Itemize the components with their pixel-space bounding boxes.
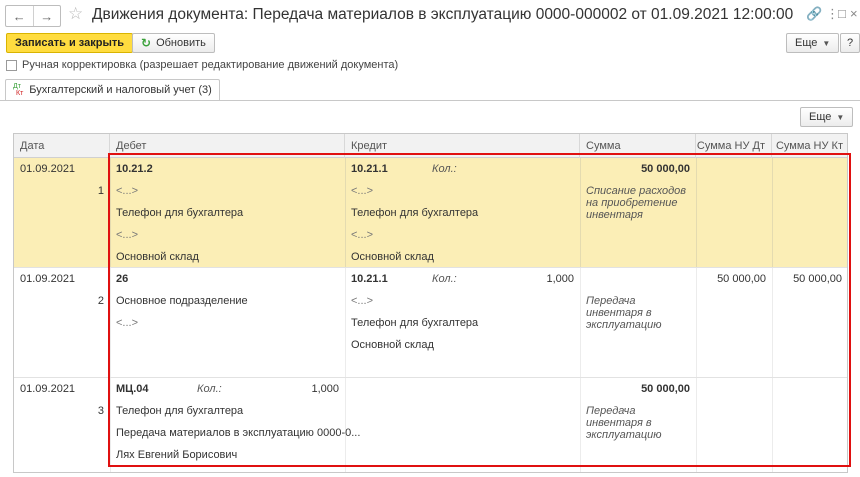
row-content: Передача инвентаря в эксплуатацию xyxy=(586,405,662,441)
close-icon[interactable]: × xyxy=(850,6,858,21)
debit-subconto: <...> xyxy=(116,185,139,197)
arrow-left-icon[interactable]: ← xyxy=(6,6,34,26)
row-sum: 50 000,00 xyxy=(641,163,690,175)
manual-edit-label: Ручная корректировка (разрешает редактир… xyxy=(22,59,399,71)
refresh-button[interactable]: ↻ Обновить xyxy=(132,33,215,53)
debit-qty: 1,000 xyxy=(311,383,339,395)
refresh-icon: ↻ xyxy=(141,36,152,50)
row-number: 1 xyxy=(97,185,104,197)
tab-divider xyxy=(0,100,860,101)
refresh-label: Обновить xyxy=(156,37,206,49)
debit-subconto: Основное подразделение xyxy=(116,295,248,307)
row-date: 01.09.2021 xyxy=(20,163,76,175)
more-button[interactable]: Еще ▼ xyxy=(786,33,840,53)
arrow-right-icon[interactable]: → xyxy=(34,6,61,26)
table-row[interactable]: 01.09.2021 1 10.21.2 <...> Телефон для б… xyxy=(14,158,847,268)
debit-subconto: Лях Евгений Борисович xyxy=(116,449,238,461)
credit-subconto: Телефон для бухгалтера xyxy=(351,317,479,329)
debit-account: 26 xyxy=(116,273,129,285)
tab-accounting-label: Бухгалтерский и налоговый учет (3) xyxy=(29,84,212,96)
manual-edit-checkbox[interactable] xyxy=(6,59,17,71)
row-number: 3 xyxy=(97,405,104,417)
debit-subconto: Передача материалов в эксплуатацию 0000-… xyxy=(116,427,361,439)
row-sum-nu-kt: 50 000,00 xyxy=(793,273,842,285)
maximize-icon[interactable]: □ xyxy=(838,6,846,21)
column-sum-nu-dt[interactable]: Сумма НУ Дт xyxy=(696,134,772,158)
column-debit[interactable]: Дебет xyxy=(110,134,345,158)
title-bar: ← → ☆ Движения документа: Передача матер… xyxy=(0,0,860,32)
credit-subconto: Основной склад xyxy=(351,251,434,263)
credit-account: 10.21.1 xyxy=(351,163,388,175)
credit-qty-label: Кол.: xyxy=(432,273,457,285)
column-date[interactable]: Дата xyxy=(14,134,110,158)
row-sum: 50 000,00 xyxy=(641,383,690,395)
help-label: ? xyxy=(847,37,854,49)
credit-subconto: Основной склад xyxy=(351,339,434,351)
table-more-label: Еще xyxy=(809,111,832,123)
debit-account: 10.21.2 xyxy=(116,163,153,175)
debit-subconto: <...> xyxy=(116,317,139,329)
table-row[interactable]: 01.09.2021 3 МЦ.04 Кол.: 1,000 Телефон д… xyxy=(14,378,847,472)
credit-subconto: Телефон для бухгалтера xyxy=(351,207,479,219)
table-more-button[interactable]: Еще ▼ xyxy=(800,107,854,127)
column-sum-nu-kt[interactable]: Сумма НУ Кт xyxy=(772,134,847,158)
save-and-close-button[interactable]: Записать и закрыть xyxy=(6,33,134,53)
row-date: 01.09.2021 xyxy=(20,383,76,395)
table-header: Дата Дебет Кредит Сумма Сумма НУ Дт Сумм… xyxy=(14,134,847,158)
tab-accounting[interactable]: Дт Кт Бухгалтерский и налоговый учет (3) xyxy=(5,79,220,100)
dt-kt-icon: Дт Кт xyxy=(13,83,24,97)
window-title: Движения документа: Передача материалов … xyxy=(92,6,794,23)
debit-subconto: Телефон для бухгалтера xyxy=(116,207,244,219)
column-credit[interactable]: Кредит xyxy=(345,134,580,158)
debit-subconto: Телефон для бухгалтера xyxy=(116,405,244,417)
row-date: 01.09.2021 xyxy=(20,273,76,285)
chevron-down-icon: ▼ xyxy=(822,38,831,48)
debit-subconto: Основной склад xyxy=(116,251,199,263)
credit-subconto: <...> xyxy=(351,229,374,241)
row-content: Списание расходов на приобретение инвент… xyxy=(586,185,687,221)
row-content: Передача инвентаря в эксплуатацию xyxy=(586,295,662,331)
manual-edit-row[interactable]: Ручная корректировка (разрешает редактир… xyxy=(6,59,398,71)
debit-account: МЦ.04 xyxy=(116,383,149,395)
chevron-down-icon: ▼ xyxy=(836,112,845,122)
credit-subconto: <...> xyxy=(351,295,374,307)
help-button[interactable]: ? xyxy=(840,33,860,53)
credit-qty: 1,000 xyxy=(546,273,574,285)
credit-account: 10.21.1 xyxy=(351,273,388,285)
credit-qty-label: Кол.: xyxy=(432,163,457,175)
credit-subconto: <...> xyxy=(351,185,374,197)
row-sum-nu-dt: 50 000,00 xyxy=(717,273,766,285)
save-and-close-label: Записать и закрыть xyxy=(15,37,125,49)
table-row[interactable]: 01.09.2021 2 26 Основное подразделение <… xyxy=(14,268,847,378)
more-label: Еще xyxy=(795,37,818,49)
star-icon[interactable]: ☆ xyxy=(68,4,83,24)
navigation-buttons: ← → xyxy=(5,5,61,27)
link-icon[interactable]: 🔗 xyxy=(806,6,822,22)
entries-table: Дата Дебет Кредит Сумма Сумма НУ Дт Сумм… xyxy=(13,133,848,473)
row-number: 2 xyxy=(97,295,104,307)
debit-subconto: <...> xyxy=(116,229,139,241)
column-sum[interactable]: Сумма xyxy=(580,134,696,158)
debit-qty-label: Кол.: xyxy=(197,383,222,395)
